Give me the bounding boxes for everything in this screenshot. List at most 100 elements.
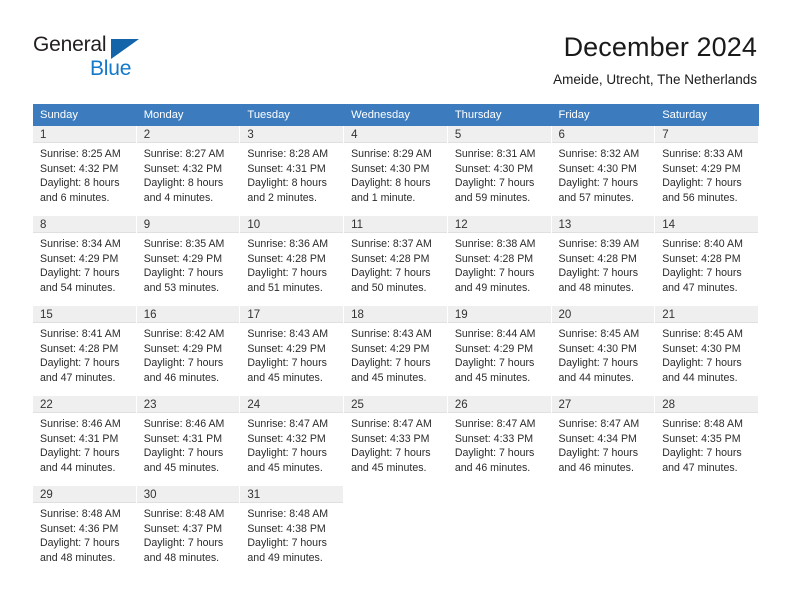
day-cell-31[interactable]: 31 Sunrise: 8:48 AM Sunset: 4:38 PM Dayl… [240, 486, 345, 576]
day-cell-17[interactable]: 17 Sunrise: 8:43 AM Sunset: 4:29 PM Dayl… [240, 306, 345, 396]
sunrise-text: Sunrise: 8:32 AM [558, 148, 640, 160]
day-cell-14[interactable]: 14 Sunrise: 8:40 AM Sunset: 4:28 PM Dayl… [655, 216, 759, 306]
sunset-text: Sunset: 4:29 PM [143, 342, 223, 355]
calendar-cell[interactable]: 2 Sunrise: 8:27 AM Sunset: 4:32 PM Dayli… [136, 126, 241, 216]
day-cell-6[interactable]: 6 Sunrise: 8:32 AM Sunset: 4:30 PM Dayli… [551, 126, 656, 216]
sunrise-text: Sunrise: 8:41 AM [40, 328, 121, 340]
day-cell-9[interactable]: 9 Sunrise: 8:35 AM Sunset: 4:29 PM Dayli… [136, 216, 241, 306]
day-number-bar: 14 [655, 216, 758, 233]
day-cell-10[interactable]: 10 Sunrise: 8:36 AM Sunset: 4:28 PM Dayl… [240, 216, 345, 306]
day-details: Sunrise: 8:43 AM Sunset: 4:29 PM Dayligh… [240, 323, 343, 385]
calendar-cell[interactable]: 20 Sunrise: 8:45 AM Sunset: 4:30 PM Dayl… [551, 306, 656, 396]
calendar-cell[interactable]: 14 Sunrise: 8:40 AM Sunset: 4:28 PM Dayl… [655, 216, 759, 306]
calendar-cell[interactable]: 31 Sunrise: 8:48 AM Sunset: 4:38 PM Dayl… [240, 486, 345, 576]
day-cell-22[interactable]: 22 Sunrise: 8:46 AM Sunset: 4:31 PM Dayl… [33, 396, 137, 486]
day-number-bar: 1 [33, 126, 136, 143]
calendar-cell[interactable]: 3 Sunrise: 8:28 AM Sunset: 4:31 PM Dayli… [240, 126, 345, 216]
day-cell-12[interactable]: 12 Sunrise: 8:38 AM Sunset: 4:28 PM Dayl… [447, 216, 552, 306]
sunrise-text: Sunrise: 8:48 AM [40, 508, 121, 520]
calendar-cell[interactable]: 18 Sunrise: 8:43 AM Sunset: 4:29 PM Dayl… [344, 306, 448, 396]
day-cell-21[interactable]: 21 Sunrise: 8:45 AM Sunset: 4:30 PM Dayl… [655, 306, 759, 396]
sunset-text: Sunset: 4:36 PM [40, 522, 119, 535]
calendar-cell[interactable]: 8 Sunrise: 8:34 AM Sunset: 4:29 PM Dayli… [33, 216, 137, 306]
day-cell-3[interactable]: 3 Sunrise: 8:28 AM Sunset: 4:31 PM Dayli… [240, 126, 345, 216]
sunset-text: Sunset: 4:29 PM [662, 162, 741, 175]
daylight-text: Daylight: 7 hours and 45 minutes. [351, 357, 431, 384]
day-cell-15[interactable]: 15 Sunrise: 8:41 AM Sunset: 4:28 PM Dayl… [33, 306, 137, 396]
calendar-week-row: 15 Sunrise: 8:41 AM Sunset: 4:28 PM Dayl… [33, 306, 759, 396]
day-cell-30[interactable]: 30 Sunrise: 8:48 AM Sunset: 4:37 PM Dayl… [136, 486, 241, 576]
day-cell-19[interactable]: 19 Sunrise: 8:44 AM Sunset: 4:29 PM Dayl… [447, 306, 552, 396]
day-details: Sunrise: 8:27 AM Sunset: 4:32 PM Dayligh… [137, 143, 240, 205]
calendar-cell[interactable]: 26 Sunrise: 8:47 AM Sunset: 4:33 PM Dayl… [447, 396, 552, 486]
sunset-text: Sunset: 4:30 PM [454, 162, 534, 175]
calendar-cell[interactable]: 9 Sunrise: 8:35 AM Sunset: 4:29 PM Dayli… [136, 216, 241, 306]
calendar-cell[interactable]: 23 Sunrise: 8:46 AM Sunset: 4:31 PM Dayl… [136, 396, 241, 486]
calendar-cell[interactable]: 4 Sunrise: 8:29 AM Sunset: 4:30 PM Dayli… [344, 126, 448, 216]
day-details: Sunrise: 8:34 AM Sunset: 4:29 PM Dayligh… [33, 233, 136, 295]
daylight-text: Daylight: 7 hours and 47 minutes. [662, 447, 742, 474]
day-cell-16[interactable]: 16 Sunrise: 8:42 AM Sunset: 4:29 PM Dayl… [136, 306, 241, 396]
calendar-cell[interactable]: 30 Sunrise: 8:48 AM Sunset: 4:37 PM Dayl… [136, 486, 241, 576]
calendar-cell[interactable]: 16 Sunrise: 8:42 AM Sunset: 4:29 PM Dayl… [136, 306, 241, 396]
day-cell-24[interactable]: 24 Sunrise: 8:47 AM Sunset: 4:32 PM Dayl… [240, 396, 345, 486]
sunrise-text: Sunrise: 8:37 AM [351, 238, 432, 250]
calendar-cell[interactable]: 24 Sunrise: 8:47 AM Sunset: 4:32 PM Dayl… [240, 396, 345, 486]
day-cell-28[interactable]: 28 Sunrise: 8:48 AM Sunset: 4:35 PM Dayl… [655, 396, 759, 486]
day-cell-7[interactable]: 7 Sunrise: 8:33 AM Sunset: 4:29 PM Dayli… [655, 126, 759, 216]
day-cell-5[interactable]: 5 Sunrise: 8:31 AM Sunset: 4:30 PM Dayli… [447, 126, 552, 216]
calendar-cell[interactable]: 28 Sunrise: 8:48 AM Sunset: 4:35 PM Dayl… [655, 396, 759, 486]
sunrise-text: Sunrise: 8:45 AM [662, 328, 743, 340]
day-cell-1[interactable]: 1 Sunrise: 8:25 AM Sunset: 4:32 PM Dayli… [33, 126, 137, 216]
calendar-cell[interactable]: 22 Sunrise: 8:46 AM Sunset: 4:31 PM Dayl… [33, 396, 137, 486]
day-cell-18[interactable]: 18 Sunrise: 8:43 AM Sunset: 4:29 PM Dayl… [344, 306, 448, 396]
daylight-text: Daylight: 7 hours and 57 minutes. [558, 177, 639, 204]
weekday-header-tuesday: Tuesday [240, 104, 345, 126]
day-details: Sunrise: 8:48 AM Sunset: 4:37 PM Dayligh… [137, 503, 240, 565]
day-cell-2[interactable]: 2 Sunrise: 8:27 AM Sunset: 4:32 PM Dayli… [136, 126, 241, 216]
daylight-text: Daylight: 7 hours and 46 minutes. [558, 447, 639, 474]
day-cell-8[interactable]: 8 Sunrise: 8:34 AM Sunset: 4:29 PM Dayli… [33, 216, 137, 306]
calendar-cell[interactable]: 7 Sunrise: 8:33 AM Sunset: 4:29 PM Dayli… [655, 126, 759, 216]
calendar-cell[interactable]: 13 Sunrise: 8:39 AM Sunset: 4:28 PM Dayl… [551, 216, 656, 306]
calendar-cell[interactable]: 11 Sunrise: 8:37 AM Sunset: 4:28 PM Dayl… [344, 216, 448, 306]
calendar-header-row: Sunday Monday Tuesday Wednesday Thursday… [33, 104, 759, 126]
day-number: 21 [662, 309, 676, 321]
general-blue-logo[interactable]: General Blue [33, 33, 213, 85]
day-cell-20[interactable]: 20 Sunrise: 8:45 AM Sunset: 4:30 PM Dayl… [551, 306, 656, 396]
calendar-cell[interactable]: 1 Sunrise: 8:25 AM Sunset: 4:32 PM Dayli… [33, 126, 137, 216]
day-cell-29[interactable]: 29 Sunrise: 8:48 AM Sunset: 4:36 PM Dayl… [33, 486, 137, 576]
calendar-cell[interactable]: 29 Sunrise: 8:48 AM Sunset: 4:36 PM Dayl… [33, 486, 137, 576]
day-details: Sunrise: 8:42 AM Sunset: 4:29 PM Dayligh… [137, 323, 240, 385]
calendar-cell[interactable]: 5 Sunrise: 8:31 AM Sunset: 4:30 PM Dayli… [447, 126, 552, 216]
sunset-text: Sunset: 4:28 PM [558, 252, 637, 265]
day-cell-27[interactable]: 27 Sunrise: 8:47 AM Sunset: 4:34 PM Dayl… [551, 396, 656, 486]
calendar-cell[interactable]: 10 Sunrise: 8:36 AM Sunset: 4:28 PM Dayl… [240, 216, 345, 306]
day-cell-26[interactable]: 26 Sunrise: 8:47 AM Sunset: 4:33 PM Dayl… [447, 396, 552, 486]
calendar-week-row: 8 Sunrise: 8:34 AM Sunset: 4:29 PM Dayli… [33, 216, 759, 306]
calendar-cell[interactable]: 6 Sunrise: 8:32 AM Sunset: 4:30 PM Dayli… [551, 126, 656, 216]
day-cell-13[interactable]: 13 Sunrise: 8:39 AM Sunset: 4:28 PM Dayl… [551, 216, 656, 306]
calendar-cell[interactable]: 21 Sunrise: 8:45 AM Sunset: 4:30 PM Dayl… [655, 306, 759, 396]
calendar-cell[interactable]: 27 Sunrise: 8:47 AM Sunset: 4:34 PM Dayl… [551, 396, 656, 486]
day-details: Sunrise: 8:47 AM Sunset: 4:33 PM Dayligh… [448, 413, 551, 475]
day-cell-23[interactable]: 23 Sunrise: 8:46 AM Sunset: 4:31 PM Dayl… [136, 396, 241, 486]
location-subtitle: Ameide, Utrecht, The Netherlands [553, 72, 757, 87]
sunset-text: Sunset: 4:28 PM [40, 342, 119, 355]
sunrise-text: Sunrise: 8:35 AM [143, 238, 225, 250]
calendar-cell[interactable]: 17 Sunrise: 8:43 AM Sunset: 4:29 PM Dayl… [240, 306, 345, 396]
calendar-cell[interactable]: 15 Sunrise: 8:41 AM Sunset: 4:28 PM Dayl… [33, 306, 137, 396]
day-number-bar: 13 [551, 216, 655, 233]
calendar-cell[interactable]: 19 Sunrise: 8:44 AM Sunset: 4:29 PM Dayl… [447, 306, 552, 396]
weekday-header-wednesday: Wednesday [344, 104, 448, 126]
calendar-cell[interactable]: 12 Sunrise: 8:38 AM Sunset: 4:28 PM Dayl… [447, 216, 552, 306]
sunset-text: Sunset: 4:30 PM [351, 162, 430, 175]
day-cell-25[interactable]: 25 Sunrise: 8:47 AM Sunset: 4:33 PM Dayl… [344, 396, 448, 486]
day-number-bar: 10 [240, 216, 344, 233]
day-details: Sunrise: 8:40 AM Sunset: 4:28 PM Dayligh… [655, 233, 758, 295]
sunset-text: Sunset: 4:29 PM [40, 252, 119, 265]
day-cell-11[interactable]: 11 Sunrise: 8:37 AM Sunset: 4:28 PM Dayl… [344, 216, 448, 306]
calendar-cell[interactable]: 25 Sunrise: 8:47 AM Sunset: 4:33 PM Dayl… [344, 396, 448, 486]
day-cell-4[interactable]: 4 Sunrise: 8:29 AM Sunset: 4:30 PM Dayli… [344, 126, 448, 216]
calendar-body: 1 Sunrise: 8:25 AM Sunset: 4:32 PM Dayli… [33, 126, 759, 576]
